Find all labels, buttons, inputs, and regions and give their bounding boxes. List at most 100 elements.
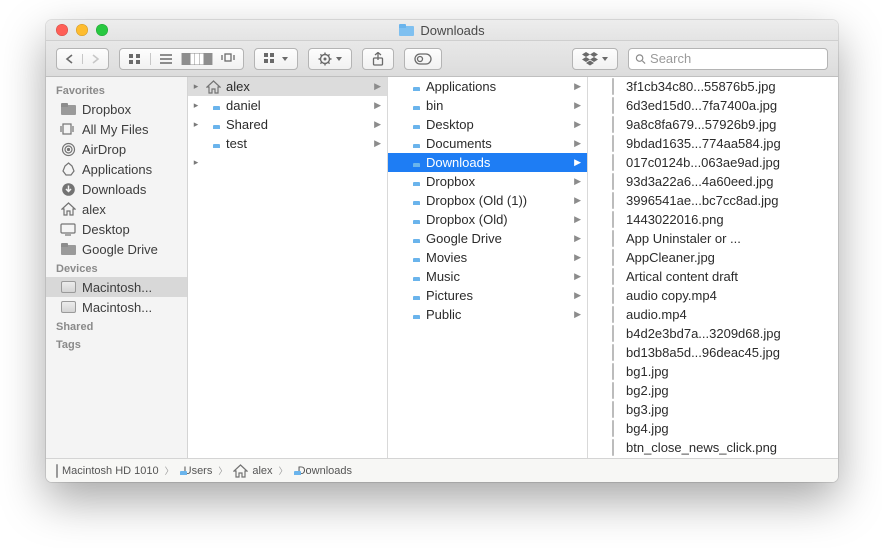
image-icon <box>612 364 614 379</box>
column-overflow[interactable]: ▸ <box>188 153 387 172</box>
row-label: 017c0124b...063ae9ad.jpg <box>626 155 832 170</box>
column-row[interactable]: App Uninstaler or ... <box>588 229 838 248</box>
view-icon-button[interactable] <box>120 53 150 65</box>
path-segment[interactable]: Downloads <box>294 465 352 477</box>
path-segment[interactable]: Macintosh HD 1010 <box>56 465 159 477</box>
column-row[interactable]: Dropbox (Old (1))▶ <box>388 191 587 210</box>
search-field[interactable] <box>628 48 828 70</box>
view-coverflow-button[interactable] <box>212 53 243 65</box>
column-row[interactable]: audio.mp4 <box>588 305 838 324</box>
column-row[interactable]: ▸daniel▶ <box>188 96 387 115</box>
column-row[interactable]: ▸alex▶ <box>188 77 387 96</box>
back-button[interactable] <box>57 54 82 64</box>
hdd-icon <box>60 279 76 295</box>
column-row[interactable]: bg2.jpg <box>588 381 838 400</box>
column-row[interactable]: Artical content draft <box>588 267 838 286</box>
disclosure-icon: ▸ <box>192 157 200 168</box>
path-segment[interactable]: alex <box>233 464 272 478</box>
column-row[interactable]: 9a8c8fa679...57926b9.jpg <box>588 115 838 134</box>
tags-button[interactable] <box>404 48 442 70</box>
column-row[interactable]: bg1.jpg <box>588 362 838 381</box>
column-row[interactable]: 93d3a22a6...4a60eed.jpg <box>588 172 838 191</box>
chevron-right-icon: ▶ <box>574 214 581 225</box>
column-row[interactable]: Music▶ <box>388 267 587 286</box>
chevron-right-icon: ▶ <box>574 195 581 206</box>
column-row[interactable]: 6d3ed15d0...7fa7400a.jpg <box>588 96 838 115</box>
column-row[interactable]: Dropbox (Old)▶ <box>388 210 587 229</box>
column-row[interactable]: 3996541ae...bc7cc8ad.jpg <box>588 191 838 210</box>
column-row[interactable]: 3f1cb34c80...55876b5.jpg <box>588 77 838 96</box>
view-mode-buttons <box>119 48 244 70</box>
chevron-right-icon: ▶ <box>574 233 581 244</box>
view-list-button[interactable] <box>150 53 181 65</box>
close-window-button[interactable] <box>56 24 68 36</box>
chevron-right-icon: ▶ <box>574 271 581 282</box>
column-row[interactable]: Dropbox▶ <box>388 172 587 191</box>
forward-button[interactable] <box>82 54 108 64</box>
column-row[interactable]: btn_close_news_click.png <box>588 438 838 457</box>
sidebar-item[interactable]: AirDrop <box>46 139 187 159</box>
sidebar-item-label: Macintosh... <box>82 280 152 295</box>
path-segment-label: Downloads <box>298 465 352 477</box>
zoom-window-button[interactable] <box>96 24 108 36</box>
sidebar-item[interactable]: Google Drive <box>46 239 187 259</box>
column-row[interactable]: AppCleaner.jpg <box>588 248 838 267</box>
column-row[interactable]: ▸Shared▶ <box>188 115 387 134</box>
row-label: bd13b8a5d...96deac45.jpg <box>626 345 832 360</box>
column-row[interactable]: Movies▶ <box>388 248 587 267</box>
search-input[interactable] <box>650 51 821 66</box>
column-row[interactable]: bin▶ <box>388 96 587 115</box>
chevron-right-icon: ▶ <box>374 138 381 149</box>
nav-buttons <box>56 48 109 70</box>
home-icon <box>233 464 248 478</box>
column-2[interactable]: 3f1cb34c80...55876b5.jpg 6d3ed15d0...7fa7… <box>588 77 838 458</box>
sidebar-item[interactable]: Macintosh... <box>46 277 187 297</box>
sidebar-item[interactable]: Applications <box>46 159 187 179</box>
column-1[interactable]: Applications▶bin▶Desktop▶Documents▶Downl… <box>388 77 588 458</box>
sidebar-item[interactable]: All My Files <box>46 119 187 139</box>
column-row[interactable]: b4d2e3bd7a...3209d68.jpg <box>588 324 838 343</box>
sidebar-item[interactable]: alex <box>46 199 187 219</box>
row-label: Movies <box>426 250 569 265</box>
column-row[interactable]: Public▶ <box>388 305 587 324</box>
path-segment-label: Macintosh HD 1010 <box>62 465 159 477</box>
column-row[interactable]: Documents▶ <box>388 134 587 153</box>
sidebar-item[interactable]: Dropbox <box>46 99 187 119</box>
action-button[interactable] <box>308 48 352 70</box>
column-row[interactable]: audio copy.mp4 <box>588 286 838 305</box>
arrange-button[interactable] <box>254 48 298 70</box>
dropbox-button[interactable] <box>572 48 618 70</box>
sidebar-item-label: Downloads <box>82 182 146 197</box>
column-0[interactable]: ▸alex▶▸daniel▶▸Shared▶test▶ ▸ <box>188 77 388 458</box>
column-row[interactable]: Google Drive▶ <box>388 229 587 248</box>
column-row[interactable]: Applications▶ <box>388 77 587 96</box>
sidebar-item[interactable]: Desktop <box>46 219 187 239</box>
finder-window: Downloads <box>46 20 838 482</box>
column-row[interactable]: Pictures▶ <box>388 286 587 305</box>
row-label: bg2.jpg <box>626 383 832 398</box>
column-row[interactable]: bg4.jpg <box>588 419 838 438</box>
share-button[interactable] <box>362 48 394 70</box>
column-row[interactable]: bg3.jpg <box>588 400 838 419</box>
column-browser: ▸alex▶▸daniel▶▸Shared▶test▶ ▸ Application… <box>188 77 838 458</box>
row-label: bg4.jpg <box>626 421 832 436</box>
column-row[interactable]: bd13b8a5d...96deac45.jpg <box>588 343 838 362</box>
view-column-button[interactable] <box>181 53 212 65</box>
column-row[interactable]: Desktop▶ <box>388 115 587 134</box>
path-segment[interactable]: Users <box>180 465 213 477</box>
image-icon <box>612 326 614 341</box>
chevron-right-icon: ▶ <box>374 119 381 130</box>
row-label: Downloads <box>426 155 569 170</box>
minimize-window-button[interactable] <box>76 24 88 36</box>
path-separator-icon: 〉 <box>216 464 229 477</box>
column-row[interactable]: 017c0124b...063ae9ad.jpg <box>588 153 838 172</box>
column-row[interactable]: Downloads▶ <box>388 153 587 172</box>
row-label: bg3.jpg <box>626 402 832 417</box>
column-row[interactable]: test▶ <box>188 134 387 153</box>
column-row[interactable]: 9bdad1635...774aa584.jpg <box>588 134 838 153</box>
sidebar-item[interactable]: Downloads <box>46 179 187 199</box>
row-label: 3f1cb34c80...55876b5.jpg <box>626 79 832 94</box>
column-row[interactable]: 1443022016.png <box>588 210 838 229</box>
home-icon <box>60 201 76 217</box>
sidebar-item[interactable]: Macintosh... <box>46 297 187 317</box>
